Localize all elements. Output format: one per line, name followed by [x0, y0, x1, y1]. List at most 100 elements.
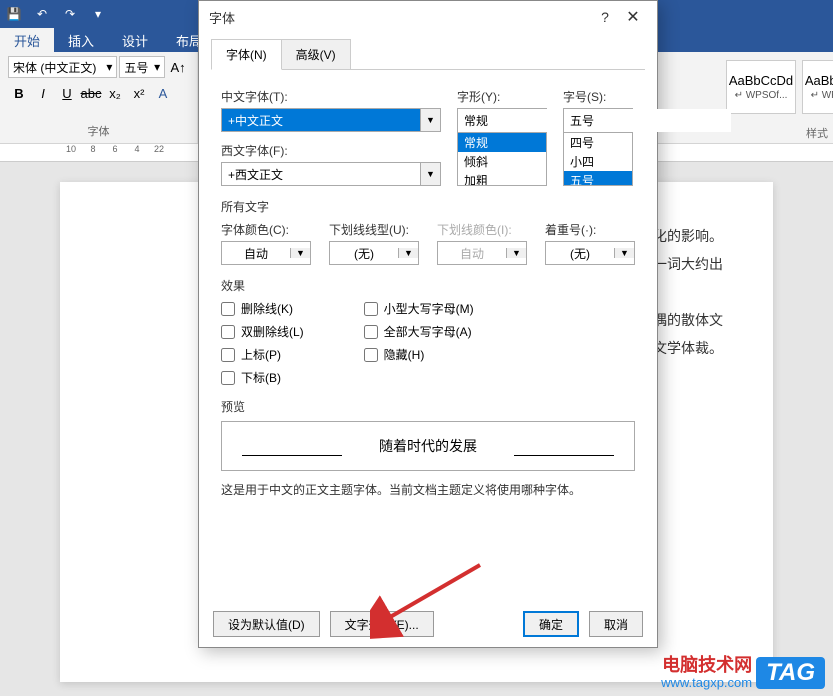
effect-label: 删除线(K) — [241, 300, 293, 317]
help-button[interactable]: ? — [591, 9, 619, 25]
bold-button[interactable]: B — [8, 82, 30, 104]
chevron-down-icon[interactable]: ▼ — [290, 248, 310, 258]
emphasis-dropdown[interactable]: (无)▼ — [545, 241, 635, 265]
cancel-button[interactable]: 取消 — [589, 611, 643, 637]
size-option[interactable]: 小四 — [564, 152, 632, 171]
style-name: ↵ WPSOf... — [811, 90, 833, 101]
effect-checkbox[interactable] — [364, 325, 378, 339]
effect-label: 下标(B) — [241, 369, 281, 386]
watermark-url: www.tagxp.com — [661, 676, 752, 690]
tab-design[interactable]: 设计 — [108, 28, 162, 52]
style-option[interactable]: 常规 — [458, 133, 546, 152]
emphasis-value: (无) — [546, 245, 614, 262]
chevron-down-icon[interactable]: ▼ — [420, 109, 440, 131]
size-input-combo[interactable] — [563, 108, 633, 132]
tab-font[interactable]: 字体(N) — [211, 39, 282, 70]
cn-font-input[interactable] — [222, 109, 420, 131]
text-effects-button[interactable]: 文字效果(E)... — [330, 611, 434, 637]
redo-icon[interactable]: ↷ — [60, 4, 80, 24]
ribbon-group-font: 宋体 (中文正文)▾ 五号 ▾ A↑ B I U abc x₂ x² A 字体 — [0, 52, 198, 143]
style-option[interactable]: 加粗 — [458, 171, 546, 186]
font-size-combo[interactable]: 五号 ▾ — [119, 56, 165, 78]
style-item[interactable]: AaBbCcDd↵ WPSOf... — [802, 60, 833, 114]
chevron-down-icon[interactable]: ▼ — [420, 163, 440, 185]
font-name-value: 宋体 (中文正文) — [13, 59, 96, 76]
superscript-button[interactable]: x² — [128, 82, 150, 104]
set-default-button[interactable]: 设为默认值(D) — [213, 611, 320, 637]
ribbon-group-font-label: 字体 — [8, 123, 189, 139]
undo-icon[interactable]: ↶ — [32, 4, 52, 24]
chevron-down-icon[interactable]: ▼ — [398, 248, 418, 258]
font-color-label: 字体颜色(C): — [221, 221, 311, 238]
ok-button[interactable]: 确定 — [523, 611, 579, 637]
subscript-button[interactable]: x₂ — [104, 82, 126, 104]
chevron-down-icon[interactable]: ▼ — [614, 248, 634, 258]
underline-color-label: 下划线颜色(I): — [437, 221, 527, 238]
save-icon[interactable]: 💾 — [4, 4, 24, 24]
dialog-footer: 设为默认值(D) 文字效果(E)... 确定 取消 — [199, 601, 657, 647]
effect-checkbox[interactable] — [221, 325, 235, 339]
underline-style-dropdown[interactable]: (无)▼ — [329, 241, 419, 265]
size-input[interactable] — [564, 109, 731, 132]
effect-checkbox[interactable] — [364, 302, 378, 316]
effect-strike[interactable]: 删除线(K) — [221, 300, 304, 317]
emphasis-label: 着重号(·): — [545, 221, 635, 238]
size-listbox[interactable]: 四号小四五号 — [563, 132, 633, 186]
style-option[interactable]: 倾斜 — [458, 152, 546, 171]
tab-insert[interactable]: 插入 — [54, 28, 108, 52]
effect-label: 上标(P) — [241, 346, 281, 363]
underline-color-dropdown: 自动▼ — [437, 241, 527, 265]
size-label: 字号(S): — [563, 88, 633, 105]
dialog-titlebar[interactable]: 字体 ? ✕ — [199, 1, 657, 33]
west-font-input[interactable] — [222, 163, 420, 185]
effect-checkbox[interactable] — [364, 348, 378, 362]
underline-style-value: (无) — [330, 245, 398, 262]
tab-advanced[interactable]: 高级(V) — [281, 39, 351, 70]
dialog-tabs: 字体(N) 高级(V) — [199, 33, 657, 70]
watermark-tag: TAG — [756, 657, 825, 689]
font-color-dropdown[interactable]: 自动▼ — [221, 241, 311, 265]
effect-dstrike[interactable]: 双删除线(L) — [221, 323, 304, 340]
italic-button[interactable]: I — [32, 82, 54, 104]
effect-label: 全部大写字母(A) — [384, 323, 472, 340]
cn-font-label: 中文字体(T): — [221, 88, 441, 105]
text-effects-button[interactable]: A — [152, 82, 174, 104]
grow-font-button[interactable]: A↑ — [167, 56, 189, 78]
effect-sub[interactable]: 下标(B) — [221, 369, 304, 386]
effect-checkbox[interactable] — [221, 348, 235, 362]
qat-dropdown-icon[interactable]: ▾ — [88, 4, 108, 24]
style-name: ↵ WPSOf... — [735, 90, 788, 101]
close-button[interactable]: ✕ — [619, 7, 647, 27]
effect-allcaps[interactable]: 全部大写字母(A) — [364, 323, 474, 340]
ribbon-group-styles-label: 样式 — [718, 125, 833, 141]
effect-label: 小型大写字母(M) — [384, 300, 474, 317]
underline-style-label: 下划线线型(U): — [329, 221, 419, 238]
west-font-combo[interactable]: ▼ — [221, 162, 441, 186]
effect-smallcaps[interactable]: 小型大写字母(M) — [364, 300, 474, 317]
size-option[interactable]: 四号 — [564, 133, 632, 152]
font-name-combo[interactable]: 宋体 (中文正文)▾ — [8, 56, 117, 78]
effect-sup[interactable]: 上标(P) — [221, 346, 304, 363]
west-font-label: 西文字体(F): — [221, 142, 441, 159]
effect-checkbox[interactable] — [221, 302, 235, 316]
preview-line — [242, 455, 342, 456]
chevron-down-icon: ▾ — [154, 60, 160, 74]
underline-button[interactable]: U — [56, 82, 78, 104]
ribbon-group-styles: AaBbCcDd↵ WPSOf... AaBbCcDd↵ WPSOf... Aa… — [718, 52, 833, 143]
effect-checkbox[interactable] — [221, 371, 235, 385]
watermark: 电脑技术网 www.tagxp.com TAG — [661, 656, 825, 690]
cn-font-combo[interactable]: ▼ — [221, 108, 441, 132]
preview-line — [514, 455, 614, 456]
preview-section-label: 预览 — [221, 398, 635, 415]
dialog-body: 中文字体(T): ▼ 西文字体(F): ▼ 字形(Y): 常规倾斜加粗 — [211, 69, 645, 588]
tab-home[interactable]: 开始 — [0, 28, 54, 52]
effect-label: 隐藏(H) — [384, 346, 425, 363]
size-option[interactable]: 五号 — [564, 171, 632, 186]
style-listbox[interactable]: 常规倾斜加粗 — [457, 132, 547, 186]
strike-button[interactable]: abc — [80, 82, 102, 104]
style-input-combo[interactable] — [457, 108, 547, 132]
effect-hidden[interactable]: 隐藏(H) — [364, 346, 474, 363]
preview-text: 随着时代的发展 — [379, 436, 477, 456]
font-size-value: 五号 — [124, 59, 148, 76]
style-item[interactable]: AaBbCcDd↵ WPSOf... — [726, 60, 796, 114]
